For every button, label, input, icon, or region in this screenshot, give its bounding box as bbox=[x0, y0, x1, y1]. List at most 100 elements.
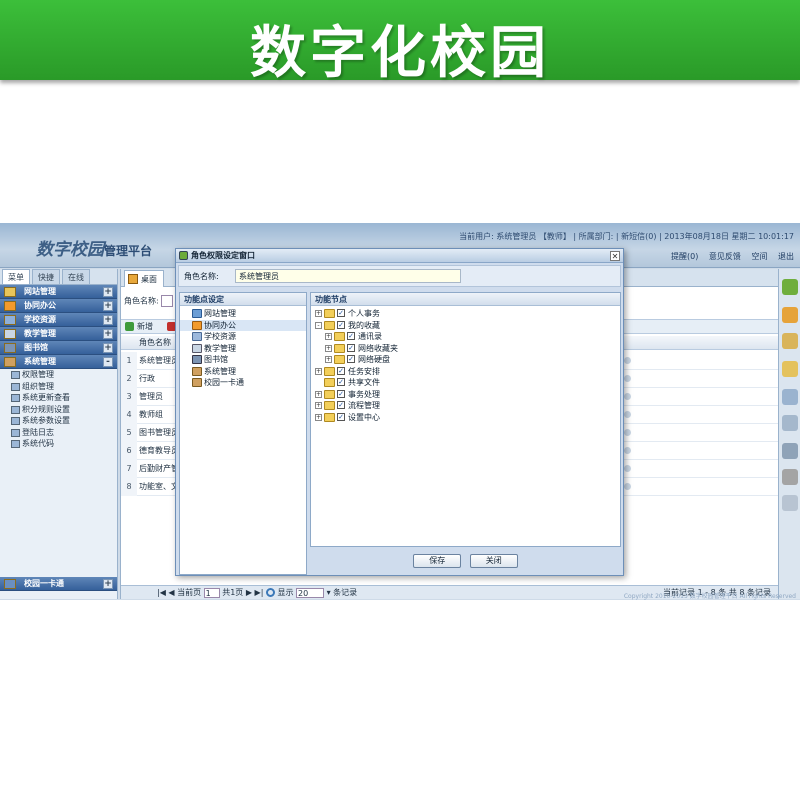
expand-icon[interactable]: + bbox=[325, 344, 332, 352]
tree-node[interactable]: + ✓ 网络收藏夹 bbox=[311, 343, 620, 355]
tree-node[interactable]: + ✓ 通讯录 bbox=[311, 331, 620, 343]
collapse-icon[interactable]: - bbox=[315, 321, 322, 329]
function-item-system[interactable]: 系统管理 bbox=[180, 366, 306, 378]
save-button[interactable]: 保存 bbox=[413, 554, 462, 568]
row-action-icon[interactable] bbox=[624, 429, 631, 436]
tree-node[interactable]: + ✓ 事务处理 bbox=[311, 389, 620, 401]
sidebar-group-office[interactable]: 协同办公 + bbox=[0, 299, 117, 313]
pencil-icon[interactable] bbox=[782, 333, 798, 349]
exit-link[interactable]: 退出 bbox=[778, 252, 794, 261]
refresh-icon[interactable] bbox=[265, 588, 275, 597]
collapse-icon[interactable]: - bbox=[103, 357, 113, 367]
sidebar-item-org[interactable]: 组织管理 bbox=[0, 381, 117, 393]
node-checkbox[interactable]: ✓ bbox=[337, 412, 345, 421]
expand-icon[interactable]: + bbox=[315, 402, 322, 409]
page-size-select[interactable]: 20 bbox=[296, 587, 325, 598]
expand-icon[interactable]: + bbox=[315, 413, 322, 421]
tree-node[interactable]: ✓ 共享文件 bbox=[311, 377, 620, 389]
node-checkbox[interactable]: ✓ bbox=[337, 401, 345, 409]
prev-page-icon[interactable]: ◀ bbox=[168, 588, 174, 597]
sidebar-item-params[interactable]: 系统参数设置 bbox=[0, 415, 117, 427]
add-button[interactable]: 新增 bbox=[137, 322, 153, 331]
node-checkbox[interactable]: ✓ bbox=[337, 389, 345, 398]
tree-node[interactable]: - ✓ 我的收藏 bbox=[311, 320, 620, 332]
sidebar-group-card[interactable]: 校园一卡通 + bbox=[0, 577, 117, 591]
sidebar-group-system[interactable]: 系统管理 - bbox=[0, 355, 117, 369]
close-icon[interactable]: ✕ bbox=[610, 251, 620, 261]
expand-icon[interactable]: + bbox=[103, 329, 113, 339]
dialog-titlebar[interactable]: 角色权限设定窗口 ✕ bbox=[176, 249, 623, 263]
sidebar-item-loginlog[interactable]: 登陆日志 bbox=[0, 427, 117, 439]
expand-icon[interactable]: + bbox=[315, 310, 322, 317]
download-icon[interactable] bbox=[782, 443, 798, 459]
function-item-card[interactable]: 校园一卡通 bbox=[180, 377, 306, 389]
node-checkbox[interactable]: ✓ bbox=[347, 355, 355, 363]
settings-icon[interactable] bbox=[782, 495, 798, 511]
chevron-down-icon[interactable]: ▾ bbox=[327, 588, 331, 597]
sidebar-item-update[interactable]: 系统更新查看 bbox=[0, 392, 117, 404]
expand-icon[interactable]: + bbox=[103, 315, 113, 325]
tree-node[interactable]: + ✓ 个人事务 bbox=[311, 308, 620, 320]
space-link[interactable]: 空间 bbox=[751, 252, 767, 261]
node-checkbox[interactable]: ✓ bbox=[337, 320, 345, 329]
tree-node[interactable]: + ✓ 流程管理 bbox=[311, 400, 620, 412]
printer-icon[interactable] bbox=[782, 469, 798, 485]
tree-node[interactable]: + ✓ 网络硬盘 bbox=[311, 354, 620, 366]
users-icon[interactable] bbox=[782, 415, 798, 431]
last-page-icon[interactable]: ▶| bbox=[255, 588, 264, 597]
function-item-website[interactable]: 网站管理 bbox=[180, 308, 306, 320]
expand-icon[interactable]: + bbox=[315, 367, 322, 375]
column-header-role-name[interactable]: 角色名称 bbox=[139, 338, 171, 347]
close-button[interactable]: 关闭 bbox=[469, 554, 518, 568]
next-page-icon[interactable]: ▶ bbox=[246, 588, 252, 597]
node-checkbox[interactable]: ✓ bbox=[347, 332, 355, 340]
row-action-icon[interactable] bbox=[624, 375, 631, 382]
sidebar-group-resources[interactable]: 学校资源 + bbox=[0, 313, 117, 327]
first-page-icon[interactable]: |◀ bbox=[157, 588, 166, 597]
book-icon[interactable] bbox=[782, 307, 798, 323]
function-item-office[interactable]: 协同办公 bbox=[180, 319, 306, 331]
sidebar-item-permission[interactable]: 权限管理 bbox=[0, 369, 117, 381]
key-icon[interactable] bbox=[782, 361, 798, 377]
node-checkbox[interactable]: ✓ bbox=[337, 309, 345, 317]
sidebar-group-website[interactable]: 网站管理 + bbox=[0, 285, 117, 299]
function-item-resources[interactable]: 学校资源 bbox=[180, 331, 306, 343]
expand-icon[interactable]: + bbox=[325, 356, 332, 363]
apps-icon[interactable] bbox=[782, 279, 798, 295]
expand-icon[interactable]: + bbox=[103, 579, 113, 589]
remind-link[interactable]: 提醒(0) bbox=[671, 252, 698, 261]
expand-icon[interactable]: + bbox=[103, 287, 113, 297]
function-item-teaching[interactable]: 教学管理 bbox=[180, 343, 306, 355]
node-checkbox[interactable]: ✓ bbox=[347, 343, 355, 352]
tree-node[interactable]: + ✓ 设置中心 bbox=[311, 412, 620, 424]
function-item-label: 协同办公 bbox=[204, 320, 236, 330]
row-action-icon[interactable] bbox=[624, 411, 631, 418]
row-action-icon[interactable] bbox=[624, 357, 631, 364]
row-action-icon[interactable] bbox=[624, 465, 631, 472]
user-icon[interactable] bbox=[782, 389, 798, 405]
sidebar-group-teaching[interactable]: 教学管理 + bbox=[0, 327, 117, 341]
node-checkbox[interactable]: ✓ bbox=[337, 378, 345, 386]
role-name-input[interactable]: 系统管理员 bbox=[235, 269, 461, 283]
row-action-icon[interactable] bbox=[624, 483, 631, 490]
row-action-icon[interactable] bbox=[624, 447, 631, 454]
current-page-input[interactable]: 1 bbox=[203, 587, 220, 598]
expand-icon[interactable]: + bbox=[103, 343, 113, 353]
sidebar-group-library[interactable]: 图书馆 + bbox=[0, 341, 117, 355]
tree-node[interactable]: + ✓ 任务安排 bbox=[311, 366, 620, 378]
sidebar-item-points[interactable]: 积分规则设置 bbox=[0, 404, 117, 416]
row-action-icon[interactable] bbox=[624, 393, 631, 400]
sidebar-item-codes[interactable]: 系统代码 bbox=[0, 438, 117, 450]
function-item-library[interactable]: 图书馆 bbox=[180, 354, 306, 366]
expand-icon[interactable]: + bbox=[103, 301, 113, 311]
search-input[interactable] bbox=[161, 295, 174, 307]
sidebar-tab-online[interactable]: 在线 bbox=[62, 269, 90, 284]
expand-icon[interactable]: + bbox=[315, 390, 322, 398]
node-checkbox[interactable]: ✓ bbox=[337, 366, 345, 375]
feedback-link[interactable]: 意见反馈 bbox=[709, 252, 741, 261]
row-name: 德育教导员 bbox=[139, 446, 179, 455]
expand-icon[interactable]: + bbox=[325, 333, 332, 340]
sidebar-tab-menu[interactable]: 菜单 bbox=[2, 269, 30, 284]
tab-desktop[interactable]: 桌面 bbox=[124, 270, 164, 287]
sidebar-tab-shortcut[interactable]: 快捷 bbox=[32, 269, 60, 284]
